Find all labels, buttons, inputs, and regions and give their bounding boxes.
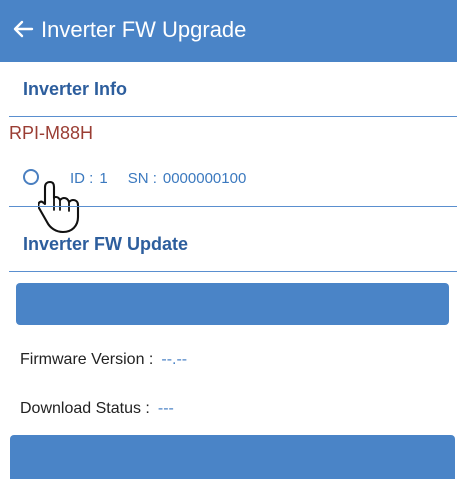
firmware-version-value: --.-- bbox=[161, 351, 188, 368]
download-action-button[interactable] bbox=[10, 435, 455, 479]
device-id-value: 1 bbox=[99, 170, 108, 187]
device-row-divider bbox=[9, 206, 457, 207]
device-sn-label: SN : bbox=[127, 170, 157, 187]
firmware-version-row: Firmware Version : --.-- bbox=[20, 350, 187, 370]
inverter-fw-update-heading: Inverter FW Update bbox=[23, 234, 189, 254]
download-status-row: Download Status : --- bbox=[20, 399, 174, 419]
device-sn-pair: SN : 0000000100 bbox=[128, 169, 247, 189]
inverter-device-row[interactable]: ID : 1 SN : 0000000100 bbox=[70, 169, 246, 189]
download-status-label: Download Status : bbox=[20, 400, 150, 417]
device-id-label: ID : bbox=[70, 170, 94, 187]
inverter-fw-upgrade-screen: Inverter FW Upgrade Inverter Info RPI-M8… bbox=[0, 0, 457, 479]
app-header: Inverter FW Upgrade bbox=[0, 0, 457, 62]
inverter-info-heading: Inverter Info bbox=[23, 79, 128, 99]
page-title: Inverter FW Upgrade bbox=[41, 17, 247, 42]
download-status-value: --- bbox=[157, 400, 174, 417]
inverter-info-divider bbox=[9, 116, 457, 117]
back-button[interactable] bbox=[10, 12, 36, 46]
firmware-action-button[interactable] bbox=[16, 283, 449, 325]
fw-update-divider bbox=[9, 271, 457, 272]
inverter-model: RPI-M88H bbox=[9, 123, 94, 143]
arrow-left-icon bbox=[13, 20, 34, 38]
radio-button-icon[interactable] bbox=[23, 169, 39, 185]
device-sn-value: 0000000100 bbox=[162, 170, 247, 187]
firmware-version-label: Firmware Version : bbox=[20, 351, 154, 368]
device-id-pair: ID : 1 bbox=[70, 169, 108, 189]
